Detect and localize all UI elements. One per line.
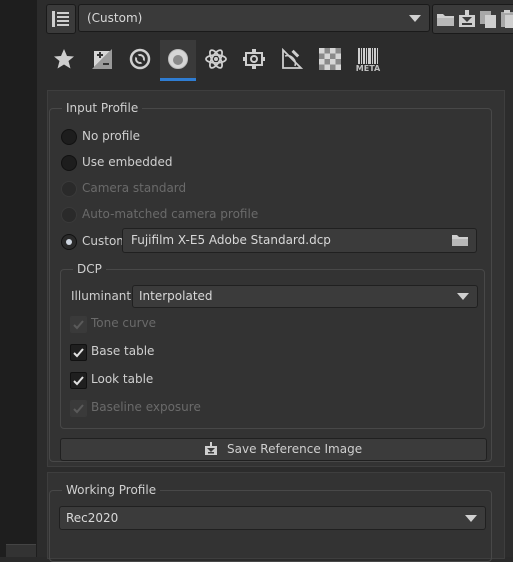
working-profile-title: Working Profile xyxy=(62,483,161,497)
base-table-label: Base table xyxy=(91,344,155,358)
radio-use-embedded-label: Use embedded xyxy=(82,155,173,169)
base-table-checkbox[interactable] xyxy=(70,344,87,361)
dcp-frame: DCP Illuminant: Interpolated Tone curve … xyxy=(60,262,485,429)
atom-icon xyxy=(205,49,227,69)
checkmark-icon xyxy=(73,348,84,358)
exposure-icon xyxy=(92,49,112,69)
tab-meta[interactable]: META xyxy=(350,40,386,80)
sidebar-toggle-button[interactable] xyxy=(6,544,36,557)
working-profile-value: Rec2020 xyxy=(66,511,119,525)
checkmark-icon xyxy=(73,404,84,414)
illuminant-value: Interpolated xyxy=(139,289,213,303)
save-icon xyxy=(205,442,217,455)
radio-button[interactable] xyxy=(61,234,77,250)
tab-color[interactable] xyxy=(160,40,196,81)
radio-button xyxy=(61,207,77,223)
tab-meta-label: META xyxy=(355,64,381,73)
illuminant-select[interactable]: Interpolated xyxy=(132,285,478,308)
paste-icon[interactable] xyxy=(499,9,513,29)
dcp-title: DCP xyxy=(73,262,106,276)
checkerboard-icon xyxy=(319,48,341,70)
tab-favorites[interactable] xyxy=(46,40,82,80)
processing-profile-select[interactable]: (Custom) xyxy=(78,4,430,32)
processing-profile-value: (Custom) xyxy=(87,11,143,25)
input-profile-frame: Input Profile No profile Use embedded Ca… xyxy=(49,101,492,462)
chevron-down-icon xyxy=(465,515,477,522)
profile-list-icon xyxy=(52,11,69,27)
star-icon xyxy=(54,49,74,69)
tab-transform[interactable] xyxy=(236,40,272,80)
tab-exposure[interactable] xyxy=(84,40,120,80)
radio-button[interactable] xyxy=(61,129,77,145)
profile-actions-group xyxy=(432,4,513,34)
chevron-down-icon xyxy=(457,293,469,300)
radio-auto-matched-label: Auto-matched camera profile xyxy=(82,207,259,221)
custom-profile-file-chooser[interactable]: Fujifilm X-E5 Adobe Standard.dcp xyxy=(122,228,477,253)
working-profile-panel: Working Profile Rec2020 xyxy=(47,472,505,562)
radio-camera-standard: Camera standard xyxy=(61,179,261,199)
illuminant-label: Illuminant: xyxy=(71,289,136,303)
radio-camera-standard-label: Camera standard xyxy=(82,181,187,195)
color-icon xyxy=(168,49,188,69)
barcode-icon xyxy=(358,48,378,64)
save-icon[interactable] xyxy=(457,9,477,29)
radio-auto-matched: Auto-matched camera profile xyxy=(61,205,321,225)
custom-profile-filename: Fujifilm X-E5 Adobe Standard.dcp xyxy=(131,233,331,247)
detail-icon xyxy=(129,48,151,70)
left-sidebar-strip xyxy=(0,0,37,557)
radio-button xyxy=(61,181,77,197)
baseline-exposure-checkbox xyxy=(70,400,87,417)
tone-curve-checkbox xyxy=(70,316,87,333)
tab-raw-checker[interactable] xyxy=(312,40,348,80)
chevron-down-icon xyxy=(409,15,421,22)
tab-detail[interactable] xyxy=(122,40,158,80)
tab-advanced[interactable] xyxy=(198,40,234,80)
radio-no-profile-label: No profile xyxy=(82,129,141,143)
checkmark-icon xyxy=(73,320,84,330)
save-reference-image-label: Save Reference Image xyxy=(227,442,363,456)
tone-curve-label: Tone curve xyxy=(91,316,157,330)
open-folder-icon[interactable] xyxy=(436,9,456,29)
radio-custom[interactable]: Custom: xyxy=(61,232,132,252)
main-panel: (Custom) META Input Profile No profile U… xyxy=(37,0,513,562)
tool-tab-bar: META xyxy=(46,40,496,82)
working-profile-select[interactable]: Rec2020 xyxy=(59,506,486,530)
save-reference-image-button[interactable]: Save Reference Image xyxy=(60,438,487,461)
working-profile-frame: Working Profile Rec2020 xyxy=(49,483,492,562)
tab-raw[interactable] xyxy=(274,40,310,80)
open-folder-icon[interactable] xyxy=(452,233,468,247)
input-profile-title: Input Profile xyxy=(62,101,143,115)
checkmark-icon xyxy=(73,376,84,386)
input-profile-panel: Input Profile No profile Use embedded Ca… xyxy=(47,90,505,467)
baseline-exposure-label: Baseline exposure xyxy=(91,400,201,414)
look-table-checkbox[interactable] xyxy=(70,372,87,389)
radio-no-profile[interactable]: No profile xyxy=(61,127,261,147)
look-table-label: Look table xyxy=(91,372,154,386)
copy-icon[interactable] xyxy=(478,9,498,29)
raw-icon xyxy=(282,48,303,69)
radio-use-embedded[interactable]: Use embedded xyxy=(61,153,261,173)
radio-button[interactable] xyxy=(61,155,77,171)
transform-icon xyxy=(243,49,265,69)
profile-list-button[interactable] xyxy=(46,4,76,34)
